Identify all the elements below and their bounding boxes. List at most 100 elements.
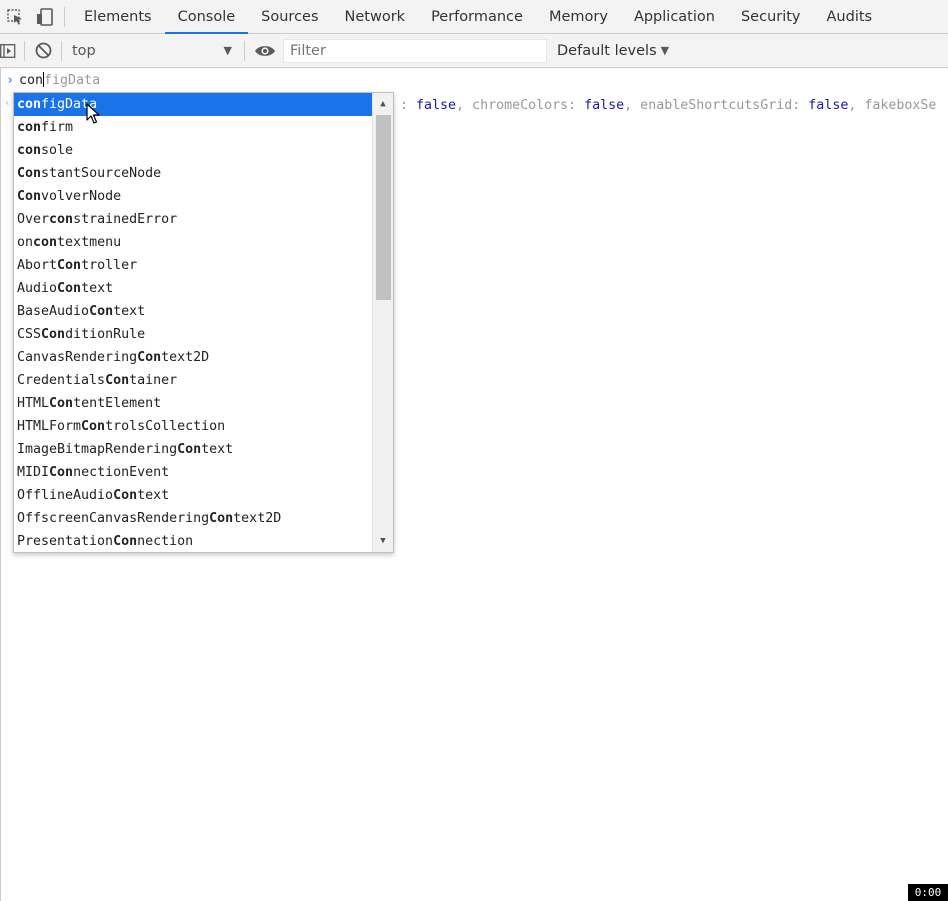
suggestion-match: Con	[113, 534, 138, 549]
result-text-segment: , fakeboxSe	[848, 98, 937, 113]
tab-sources[interactable]: Sources	[248, 0, 331, 33]
scroll-up-arrow-icon[interactable]: ▲	[373, 95, 393, 113]
suggestion-match: con	[17, 120, 42, 135]
suggestion-suffix: ditionRule	[65, 327, 146, 342]
live-expression-eye-icon[interactable]	[251, 36, 279, 66]
suggestion-suffix: volverNode	[41, 189, 122, 204]
suggestion-prefix: HTML	[17, 396, 50, 411]
suggestion-suffix: strainedError	[73, 212, 178, 227]
console-toolbar: top ▼ Default levels ▼	[0, 34, 948, 68]
autocomplete-scrollbar[interactable]: ▲ ▼	[372, 93, 393, 552]
prompt-ghost-completion: figData	[44, 73, 101, 88]
suggestion-match: Con	[177, 442, 202, 457]
execution-context-select[interactable]: top ▼	[68, 38, 238, 64]
result-text-segment: :	[400, 98, 417, 113]
toolbar-divider	[61, 40, 62, 61]
autocomplete-item[interactable]: BaseAudio Con text	[14, 300, 372, 323]
suggestion-match: Con	[41, 327, 66, 342]
show-sidebar-icon[interactable]	[0, 36, 20, 66]
device-toolbar-icon[interactable]	[30, 0, 60, 33]
autocomplete-item[interactable]: MIDI Con nectionEvent	[14, 461, 372, 484]
suggestion-prefix: CSS	[17, 327, 42, 342]
autocomplete-item[interactable]: CanvasRendering Con text2D	[14, 346, 372, 369]
suggestion-suffix: tentElement	[73, 396, 162, 411]
clear-console-icon[interactable]	[31, 36, 55, 66]
suggestion-match: Con	[105, 373, 130, 388]
prompt-typed-text: con	[19, 73, 44, 88]
scrollbar-thumb[interactable]	[376, 115, 391, 300]
autocomplete-item[interactable]: Credentials Con tainer	[14, 369, 372, 392]
autocomplete-list: con figData con firm con sole Con stantSourceNo…	[14, 93, 372, 552]
recording-timer-badge: 0:00	[908, 884, 948, 901]
prompt-input[interactable]: configData	[19, 72, 100, 88]
tab-elements[interactable]: Elements	[71, 0, 165, 33]
result-preview: : false, chromeColors: false, enableShor…	[400, 98, 936, 113]
autocomplete-item[interactable]: ImageBitmapRendering Con text	[14, 438, 372, 461]
log-levels-dropdown[interactable]: Default levels ▼	[557, 43, 669, 59]
autocomplete-item[interactable]: on con textmenu	[14, 231, 372, 254]
filter-input[interactable]	[283, 38, 547, 63]
autocomplete-item[interactable]: Con stantSourceNode	[14, 162, 372, 185]
scroll-down-arrow-icon[interactable]: ▼	[373, 532, 393, 550]
autocomplete-item[interactable]: Over con strainedError	[14, 208, 372, 231]
autocomplete-item[interactable]: CSS Con ditionRule	[14, 323, 372, 346]
toolbar-divider	[244, 40, 245, 61]
autocomplete-item[interactable]: Con volverNode	[14, 185, 372, 208]
suggestion-suffix: text2D	[161, 350, 210, 365]
tab-memory[interactable]: Memory	[536, 0, 621, 33]
suggestion-suffix: textmenu	[57, 235, 122, 250]
suggestion-suffix: troller	[81, 258, 138, 273]
suggestion-prefix: Presentation	[17, 534, 114, 549]
autocomplete-item[interactable]: Abort Con troller	[14, 254, 372, 277]
tab-application[interactable]: Application	[621, 0, 728, 33]
autocomplete-item[interactable]: HTMLForm Con trolsCollection	[14, 415, 372, 438]
suggestion-prefix: Credentials	[17, 373, 106, 388]
autocomplete-item[interactable]: Audio Con text	[14, 277, 372, 300]
suggestion-match: Con	[57, 281, 82, 296]
mouse-pointer-icon	[86, 103, 100, 124]
suggestion-prefix: HTMLForm	[17, 419, 82, 434]
suggestion-suffix: tainer	[129, 373, 178, 388]
suggestion-match: Con	[17, 166, 42, 181]
tab-console[interactable]: Console	[164, 0, 249, 34]
autocomplete-item[interactable]: OfflineAudio Con text	[14, 484, 372, 507]
suggestion-match: Con	[81, 419, 106, 434]
suggestion-suffix: stantSourceNode	[41, 166, 162, 181]
suggestion-match: con	[49, 212, 74, 227]
suggestion-prefix: Over	[17, 212, 50, 227]
suggestion-match: Con	[209, 511, 234, 526]
suggestion-match: con	[17, 97, 42, 112]
autocomplete-item[interactable]: OffscreenCanvasRendering Con text2D	[14, 507, 372, 530]
tab-network[interactable]: Network	[332, 0, 419, 33]
suggestion-match: Con	[89, 304, 114, 319]
dropdown-arrow-icon: ▼	[660, 44, 670, 57]
suggestion-match: Con	[17, 189, 42, 204]
suggestion-suffix: text	[113, 304, 146, 319]
inspect-element-icon[interactable]	[0, 0, 30, 33]
result-keyword-value: false	[416, 98, 457, 113]
devtools-tabbar: Elements Console Sources Network Perform…	[0, 0, 948, 34]
autocomplete-dropdown: con figData con firm con sole Con stantSourceNo…	[13, 92, 394, 553]
result-arrow-icon: ‹	[4, 96, 11, 109]
autocomplete-item[interactable]: Presentation Con nection	[14, 530, 372, 552]
autocomplete-item[interactable]: con firm	[14, 116, 372, 139]
autocomplete-item[interactable]: con figData	[14, 93, 372, 116]
suggestion-suffix: text	[81, 281, 114, 296]
suggestion-suffix: sole	[41, 143, 74, 158]
tab-audits[interactable]: Audits	[814, 0, 886, 33]
suggestion-suffix: nectionEvent	[73, 465, 170, 480]
suggestion-match: Con	[49, 465, 74, 480]
tab-security[interactable]: Security	[728, 0, 814, 33]
suggestion-suffix: text	[137, 488, 170, 503]
console-prompt[interactable]: › configData	[1, 71, 948, 89]
dropdown-arrow-icon: ▼	[223, 44, 232, 57]
suggestion-match: Con	[137, 350, 162, 365]
suggestion-prefix: BaseAudio	[17, 304, 90, 319]
panel-tabs: Elements Console Sources Network Perform…	[71, 0, 886, 34]
tab-performance[interactable]: Performance	[418, 0, 536, 33]
autocomplete-item[interactable]: con sole	[14, 139, 372, 162]
suggestion-prefix: Audio	[17, 281, 58, 296]
autocomplete-item[interactable]: HTML Con tentElement	[14, 392, 372, 415]
suggestion-prefix: OfflineAudio	[17, 488, 114, 503]
suggestion-prefix: ImageBitmapRendering	[17, 442, 178, 457]
